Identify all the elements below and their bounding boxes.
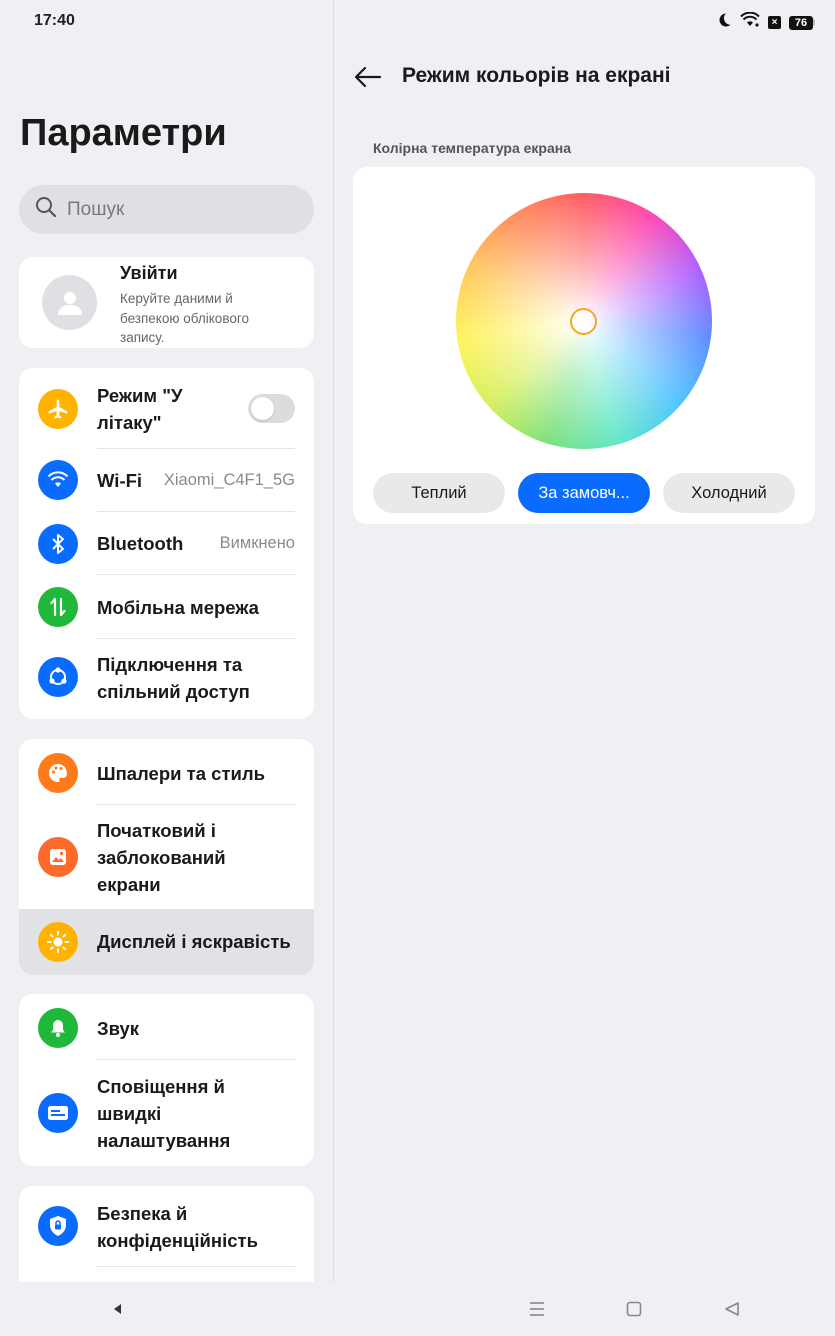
account-card[interactable]: Увійти Керуйте даними й безпекою обліков… [19, 257, 314, 348]
avatar [42, 275, 97, 330]
no-sim-icon: × [768, 16, 781, 29]
shield-icon [38, 1206, 78, 1246]
moon-icon [716, 12, 732, 33]
sidebar-item-bluetooth[interactable]: Bluetooth Вимкнено [19, 512, 314, 575]
triangle-back-icon [725, 1302, 739, 1316]
sidebar-item-notifications[interactable]: Сповіщення й швидкі налаштування [19, 1060, 314, 1166]
sidebar-item-wallpaper-style[interactable]: Шпалери та стиль [19, 739, 314, 805]
warm-option-button[interactable]: Теплий [373, 473, 505, 513]
airplane-mode-toggle[interactable] [248, 394, 295, 423]
page-title: Параметри [20, 112, 227, 154]
mobile-data-icon [38, 587, 78, 627]
security-card: Безпека й конфіденційність [19, 1186, 314, 1282]
default-option-button[interactable]: За замовч... [518, 473, 650, 513]
menu-icon [530, 1302, 544, 1316]
settings-sidebar: Параметри Увійти Керуйте даними й безпек… [0, 0, 333, 1282]
color-wheel-handle[interactable] [570, 308, 597, 335]
section-label: Колірна температура екрана [373, 140, 572, 156]
sidebar-collapse-button[interactable] [104, 1296, 130, 1322]
wifi-icon [38, 460, 78, 500]
color-wheel[interactable] [456, 193, 712, 449]
navigation-bar [0, 1282, 835, 1336]
pane-divider [333, 0, 334, 1282]
bluetooth-icon [38, 524, 78, 564]
wifi-icon [740, 11, 760, 33]
triangle-left-icon [114, 1304, 121, 1314]
sidebar-item-wifi[interactable]: Wi-Fi Xiaomi_C4F1_5G [19, 449, 314, 512]
status-icons: × 76 [716, 11, 815, 33]
network-card: Режим "У літаку" Wi-Fi Xiaomi_C4F1_5G Bl… [19, 368, 314, 719]
detail-title: Режим кольорів на екрані [402, 64, 671, 87]
sound-card: Звук Сповіщення й швидкі налаштування [19, 994, 314, 1166]
brightness-icon [38, 922, 78, 962]
back-nav-button[interactable] [719, 1296, 745, 1322]
personalization-card: Шпалери та стиль Початковий і заблокован… [19, 739, 314, 975]
cool-option-button[interactable]: Холодний [663, 473, 795, 513]
person-icon [57, 291, 82, 315]
share-icon [38, 657, 78, 697]
search-icon [35, 196, 67, 223]
sidebar-item-security-privacy[interactable]: Безпека й конфіденційність [19, 1186, 314, 1267]
back-arrow-icon [354, 66, 382, 88]
lockscreen-icon [38, 837, 78, 877]
bell-icon [38, 1008, 78, 1048]
sidebar-item-display-brightness[interactable]: Дисплей і яскравість [19, 909, 314, 975]
sidebar-item-home-lock-screen[interactable]: Початковий і заблокований екрани [19, 805, 314, 909]
palette-icon [38, 753, 78, 793]
account-subtitle: Керуйте даними й безпекою облікового зап… [120, 291, 249, 345]
sidebar-item-connection-sharing[interactable]: Підключення та спільний доступ [19, 639, 314, 719]
home-button[interactable] [621, 1296, 647, 1322]
notification-icon [38, 1093, 78, 1133]
sidebar-item-sound[interactable]: Звук [19, 994, 314, 1060]
color-temperature-panel: Теплий За замовч... Холодний [353, 167, 815, 524]
airplane-icon [38, 389, 78, 429]
battery-icon: 76 [789, 15, 815, 30]
search-input[interactable] [67, 198, 267, 221]
square-icon [626, 1301, 642, 1317]
account-title: Увійти [120, 263, 178, 283]
sidebar-item-airplane-mode[interactable]: Режим "У літаку" [19, 368, 314, 449]
search-bar[interactable] [19, 185, 314, 234]
sidebar-item-mobile-network[interactable]: Мобільна мережа [19, 575, 314, 639]
recents-button[interactable] [524, 1296, 550, 1322]
back-button[interactable] [353, 62, 383, 92]
